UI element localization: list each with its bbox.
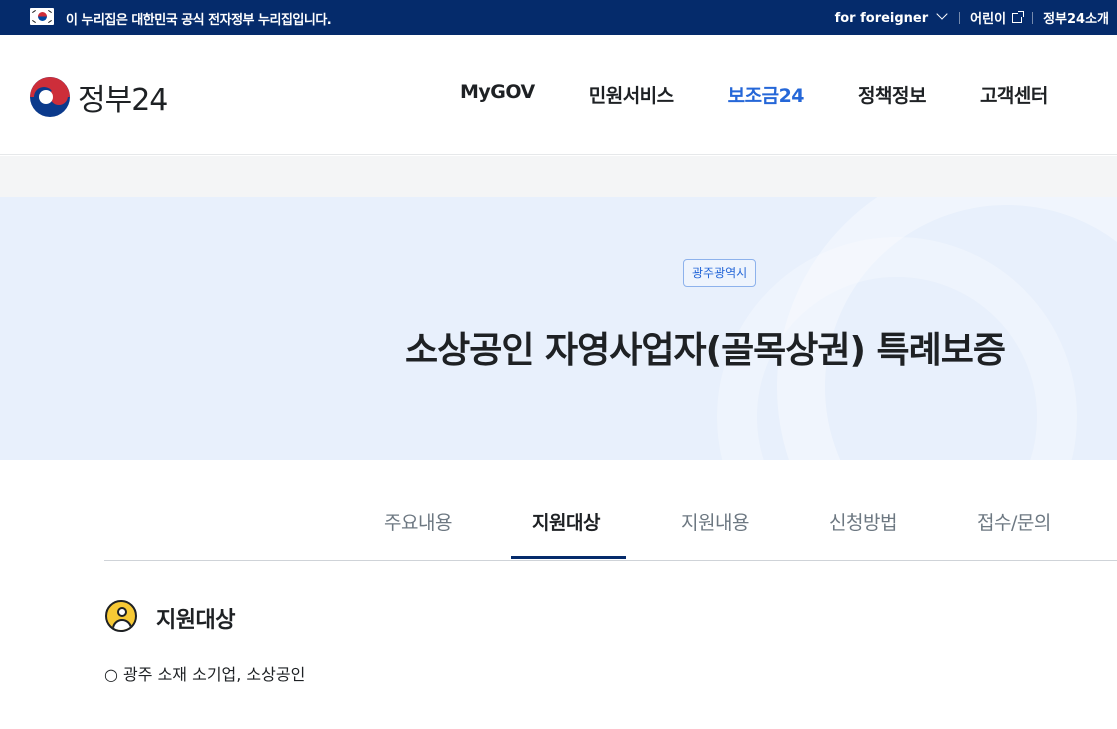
tab-contact[interactable]: 접수/문의 bbox=[977, 508, 1051, 535]
gov-banner: 이 누리집은 대한민국 공식 전자정부 누리집입니다. for foreigne… bbox=[0, 0, 1117, 35]
chevron-down-icon bbox=[936, 7, 948, 20]
eligibility-text: ○ 광주 소재 소기업, 소상공인 bbox=[104, 665, 306, 684]
breadcrumb-strip bbox=[0, 156, 1117, 197]
divider bbox=[1032, 11, 1034, 24]
main-nav: MyGOV 민원서비스 보조금24 정책정보 고객센터 bbox=[460, 81, 1102, 108]
gov24-logo[interactable]: 정부24 bbox=[30, 75, 168, 119]
active-tab-indicator bbox=[511, 556, 626, 559]
nav-mygov[interactable]: MyGOV bbox=[460, 81, 535, 108]
gov-links: for foreigner 어린이 정부24소개 bbox=[835, 7, 1109, 27]
region-badge: 광주광역시 bbox=[683, 259, 757, 287]
page-title: 소상공인 자영사업자(골목상권) 특례보증 bbox=[405, 330, 1006, 371]
tab-support-details[interactable]: 지원내용 bbox=[681, 508, 749, 535]
tab-eligibility[interactable]: 지원대상 bbox=[532, 508, 600, 535]
gov-notice-text: 이 누리집은 대한민국 공식 전자정부 누리집입니다. bbox=[66, 13, 332, 28]
for-foreigner-link[interactable]: for foreigner bbox=[835, 7, 950, 26]
about-gov24-link[interactable]: 정부24소개 bbox=[1043, 8, 1109, 27]
nav-civil-service[interactable]: 민원서비스 bbox=[589, 81, 674, 108]
hero-banner: 광주광역시 소상공인 자영사업자(골목상권) 특례보증 bbox=[0, 197, 1117, 460]
taeguk-logo-icon bbox=[30, 77, 70, 117]
divider bbox=[959, 11, 961, 24]
site-header: 정부24 MyGOV 민원서비스 보조금24 정책정보 고객센터 bbox=[0, 35, 1117, 155]
person-icon bbox=[105, 600, 137, 632]
content-tabs: 주요내용 지원대상 지원내용 신청방법 접수/문의 bbox=[104, 460, 1117, 561]
tab-main-content[interactable]: 주요내용 bbox=[384, 508, 452, 535]
external-link-icon bbox=[1012, 11, 1025, 23]
section-title: 지원대상 bbox=[156, 608, 235, 633]
tab-how-to-apply[interactable]: 신청방법 bbox=[829, 508, 897, 535]
korea-flag-icon bbox=[30, 8, 54, 25]
nav-policy-info[interactable]: 정책정보 bbox=[858, 81, 926, 108]
nav-subsidy24[interactable]: 보조금24 bbox=[728, 81, 805, 108]
kids-link[interactable]: 어린이 bbox=[970, 8, 1025, 27]
logo-text: 정부24 bbox=[78, 83, 168, 118]
nav-customer-center[interactable]: 고객센터 bbox=[980, 81, 1048, 108]
